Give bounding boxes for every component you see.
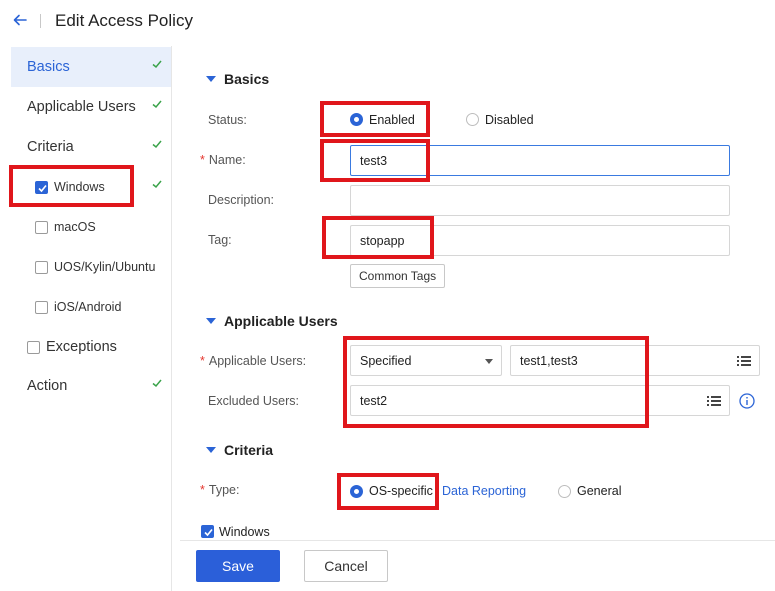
sidebar-item-criteria[interactable]: Criteria <box>11 127 171 167</box>
excluded-users-input[interactable]: test2 <box>350 385 730 416</box>
status-label: Status: <box>208 113 247 127</box>
section-title-applicable-users: Applicable Users <box>224 313 338 329</box>
sidebar-item-label: Action <box>27 378 68 394</box>
applicable-scope-select[interactable]: Specified <box>350 345 502 376</box>
sidebar-item-label: Applicable Users <box>27 99 136 115</box>
sidebar-item-exceptions[interactable]: Exceptions <box>11 327 171 367</box>
exceptions-nav-checkbox[interactable] <box>27 341 40 354</box>
page-title: Edit Access Policy <box>55 11 193 30</box>
type-label: * Type: <box>200 483 240 497</box>
tag-label: Tag: <box>208 233 232 247</box>
sidebar-item-label: UOS/Kylin/Ubuntu <box>54 260 156 274</box>
status-disabled-radio[interactable] <box>466 113 479 126</box>
sidebar-item-basics[interactable]: Basics <box>11 47 171 87</box>
macos-nav-checkbox[interactable] <box>35 221 48 234</box>
tag-input[interactable]: stopapp <box>350 225 730 256</box>
sidebar-item-ios-android[interactable]: iOS/Android <box>11 287 171 327</box>
sidebar-item-windows[interactable]: Windows <box>11 167 171 207</box>
applicable-users-label: * Applicable Users: <box>200 354 307 368</box>
policy-form: Basics Status: Enabled Disabled * Name: t… <box>172 46 775 591</box>
status-disabled-text: Disabled <box>485 113 534 127</box>
sidebar-item-label: macOS <box>54 220 96 234</box>
windows-nav-checkbox[interactable] <box>35 181 48 194</box>
list-icon[interactable] <box>737 355 751 367</box>
cancel-button[interactable]: Cancel <box>304 550 388 582</box>
checkmark-icon <box>152 379 162 388</box>
section-title-criteria: Criteria <box>224 442 274 458</box>
status-enabled-radio[interactable] <box>350 113 363 126</box>
sidebar-item-label: Windows <box>54 180 105 194</box>
save-button[interactable]: Save <box>196 550 280 582</box>
page-header: Edit Access Policy <box>0 0 775 46</box>
sidebar-item-uos-kylin-ubuntu[interactable]: UOS/Kylin/Ubuntu <box>11 247 171 287</box>
sidebar-item-action[interactable]: Action <box>11 366 171 406</box>
sidebar-item-label: Criteria <box>27 139 74 155</box>
applicable-users-input[interactable]: test1,test3 <box>510 345 760 376</box>
name-label: * Name: <box>200 153 246 167</box>
common-tags-button[interactable]: Common Tags <box>350 264 446 288</box>
excluded-users-value: test2 <box>360 394 388 408</box>
caret-down-icon[interactable] <box>206 318 216 324</box>
windows-checkbox[interactable] <box>201 525 214 538</box>
checkmark-icon <box>204 528 213 537</box>
description-input[interactable] <box>350 185 730 216</box>
uos-nav-checkbox[interactable] <box>35 261 48 274</box>
checkmark-icon <box>38 184 47 193</box>
caret-down-icon[interactable] <box>206 447 216 453</box>
caret-down-icon[interactable] <box>206 76 216 82</box>
data-reporting-link[interactable]: Data Reporting <box>442 484 526 498</box>
type-general-radio[interactable] <box>558 485 571 498</box>
checkmark-icon <box>152 60 162 69</box>
sidebar-item-label: iOS/Android <box>54 300 122 314</box>
ios-nav-checkbox[interactable] <box>35 301 48 314</box>
checkmark-icon <box>152 180 162 189</box>
sidebar-item-label: Exceptions <box>46 339 117 355</box>
sidebar: Basics Applicable Users Criteria Windows… <box>11 46 172 591</box>
caret-down-icon <box>485 359 493 364</box>
info-icon[interactable] <box>739 393 755 409</box>
checkmark-icon <box>152 140 162 149</box>
form-footer: Save Cancel <box>180 540 775 591</box>
description-label: Description: <box>208 193 274 207</box>
type-os-specific-text: OS-specific <box>369 484 433 498</box>
applicable-users-value: test1,test3 <box>520 354 578 368</box>
type-os-specific-radio[interactable] <box>350 485 363 498</box>
status-enabled-text: Enabled <box>369 113 415 127</box>
excluded-users-label: Excluded Users: <box>208 394 300 408</box>
name-input[interactable]: test3 <box>350 145 730 176</box>
back-arrow-icon[interactable] <box>11 11 29 29</box>
sidebar-item-label: Basics <box>27 59 70 75</box>
sidebar-item-applicable-users[interactable]: Applicable Users <box>11 87 171 127</box>
list-icon[interactable] <box>707 395 721 407</box>
windows-checkbox-label: Windows <box>219 525 270 539</box>
section-title-basics: Basics <box>224 71 270 87</box>
checkmark-icon <box>152 100 162 109</box>
sidebar-item-macos[interactable]: macOS <box>11 207 171 247</box>
header-divider <box>40 14 41 28</box>
type-general-text: General <box>577 484 622 498</box>
scope-select-value: Specified <box>360 354 412 368</box>
